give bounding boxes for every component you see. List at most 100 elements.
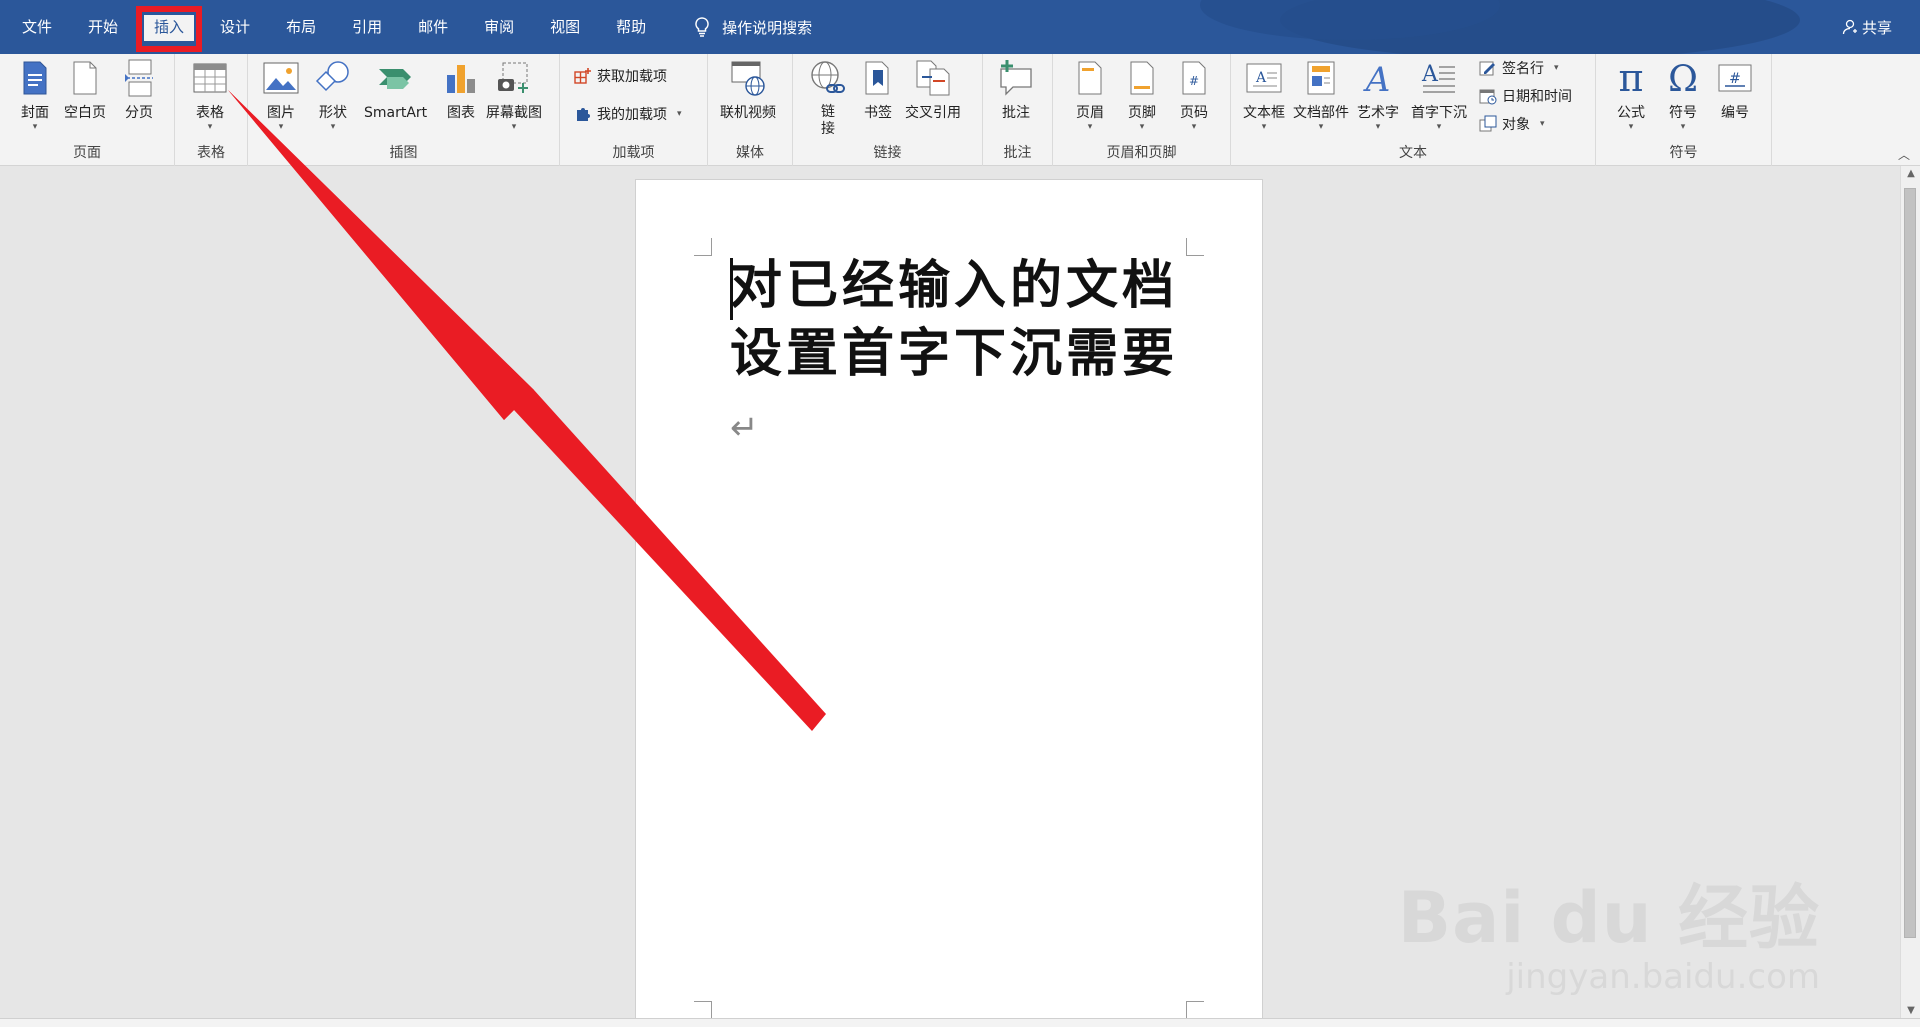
chart-button[interactable]: 图表 (442, 58, 480, 122)
group-comments: 批注 批注 (983, 54, 1053, 166)
group-label-media: 媒体 (736, 145, 764, 161)
group-label-illustrations: 插图 (389, 145, 418, 161)
my-addins-button[interactable]: 我的加载项 ▾ (574, 104, 682, 124)
ribbon-insert: 封面 ▾ 空白页 分页 页面 表格 ▾ 表格 图片 ▾ 形状 ▾ SmartAr… (0, 54, 1920, 166)
svg-text:#: # (1729, 71, 1741, 87)
svg-text:π: π (1619, 61, 1644, 95)
margin-corner-mark (694, 1001, 712, 1019)
quick-parts-icon (1307, 61, 1335, 95)
number-button[interactable]: # 编号 (1716, 58, 1754, 122)
drop-cap-icon: A (1421, 62, 1455, 93)
group-pages: 封面 ▾ 空白页 分页 页面 (0, 54, 175, 166)
margin-corner-mark (694, 238, 712, 256)
baidu-watermark: Bai du 经验 jingyan.baidu.com (1398, 862, 1820, 997)
footer-button[interactable]: 页脚 ▾ (1123, 58, 1161, 132)
group-label-text: 文本 (1399, 145, 1427, 161)
svg-text:A: A (1363, 61, 1391, 95)
tab-help[interactable]: 帮助 (598, 0, 664, 54)
wordart-icon: A (1363, 61, 1391, 95)
person-icon (1842, 19, 1857, 35)
number-icon: # (1718, 64, 1752, 92)
table-icon (193, 63, 227, 93)
text-box-icon: A (1246, 63, 1282, 93)
annotation-highlight-box (136, 6, 203, 52)
object-icon (1479, 115, 1497, 132)
share-button[interactable]: 共享 (1842, 0, 1892, 54)
cross-reference-icon (916, 60, 950, 96)
smartart-icon (378, 69, 411, 89)
tell-me-search[interactable]: 操作说明搜索 (694, 0, 812, 54)
cover-page-button[interactable]: 封面 ▾ (16, 58, 54, 132)
vertical-scrollbar[interactable]: ▲ ▼ (1900, 166, 1920, 1018)
page-break-button[interactable]: 分页 (120, 58, 158, 122)
page-break-icon (125, 59, 153, 97)
status-bar (0, 1018, 1920, 1027)
document-page[interactable]: 对已经输入的文档 设置首字下沉需要 ↵ (636, 180, 1262, 1027)
screenshot-button[interactable]: 屏幕截图 ▾ (486, 58, 542, 132)
group-illustrations: 图片 ▾ 形状 ▾ SmartArt 图表 屏幕截图 ▾ 插图 (248, 54, 560, 166)
signature-icon (1479, 61, 1495, 76)
footer-icon (1130, 61, 1154, 95)
blank-page-button[interactable]: 空白页 (64, 58, 106, 122)
bar-chart-icon (447, 65, 475, 93)
tab-design[interactable]: 设计 (202, 0, 268, 54)
tab-home[interactable]: 开始 (70, 0, 136, 54)
group-links: 链接 书签 交叉引用 链接 (793, 54, 983, 166)
group-tables: 表格 ▾ 表格 (175, 54, 248, 166)
store-icon (574, 68, 591, 84)
new-comment-button[interactable]: 批注 (997, 58, 1035, 122)
object-button[interactable]: 对象 ▾ (1479, 114, 1545, 134)
link-button[interactable]: 链接 (809, 58, 847, 138)
link-globe-icon (811, 61, 845, 93)
blank-page-icon (73, 61, 97, 95)
addin-puzzle-icon (577, 108, 590, 121)
get-addins-button[interactable]: 获取加载项 (574, 66, 667, 86)
online-video-button[interactable]: 联机视频 (720, 58, 776, 122)
shapes-button[interactable]: 形状 ▾ (314, 58, 352, 132)
lightbulb-icon (695, 17, 709, 37)
symbol-button[interactable]: Ω 符号 ▾ (1664, 58, 1702, 132)
table-button[interactable]: 表格 ▾ (191, 58, 229, 132)
group-label-symbols: 符号 (1669, 145, 1698, 161)
tab-file[interactable]: 文件 (0, 0, 70, 54)
group-label-header-footer: 页眉和页脚 (1106, 145, 1177, 161)
bookmark-button[interactable]: 书签 (859, 58, 897, 122)
picture-icon (263, 62, 299, 94)
tab-mailings[interactable]: 邮件 (400, 0, 466, 54)
document-line: 对已经输入的文档 (730, 255, 1179, 316)
margin-corner-mark (1186, 1001, 1204, 1019)
scroll-up-arrow[interactable]: ▲ (1901, 168, 1920, 179)
quick-parts-button[interactable]: 文档部件 ▾ (1293, 58, 1349, 132)
header-button[interactable]: 页眉 ▾ (1071, 58, 1109, 132)
svg-text:A: A (1255, 70, 1267, 86)
scrollbar-thumb[interactable] (1904, 188, 1916, 938)
ribbon-tabs: 文件 开始 插入 设计 布局 引用 邮件 审阅 视图 帮助 操作说明搜索 (0, 0, 812, 54)
page-number-button[interactable]: # 页码 ▾ (1175, 58, 1213, 132)
screenshot-icon (498, 62, 528, 93)
watermark-url: jingyan.baidu.com (1506, 957, 1820, 997)
tab-review[interactable]: 审阅 (466, 0, 532, 54)
tab-references[interactable]: 引用 (334, 0, 400, 54)
calendar-icon (1479, 89, 1497, 105)
tab-layout[interactable]: 布局 (268, 0, 334, 54)
omega-icon: Ω (1668, 61, 1698, 95)
text-box-button[interactable]: A 文本框 ▾ (1243, 58, 1285, 132)
document-body-text[interactable]: 对已经输入的文档 设置首字下沉需要 ↵ (730, 252, 1180, 462)
scroll-down-arrow[interactable]: ▼ (1901, 1005, 1920, 1016)
signature-line-button[interactable]: 签名行 ▾ (1479, 58, 1559, 78)
paragraph-mark: ↵ (730, 408, 759, 448)
drop-cap-button[interactable]: A 首字下沉 ▾ (1411, 58, 1467, 132)
comment-icon (1000, 60, 1032, 96)
tab-view[interactable]: 视图 (532, 0, 598, 54)
tab-insert[interactable]: 插入 (136, 0, 203, 54)
collapse-ribbon-button[interactable]: ︿ (1898, 146, 1910, 163)
watermark-logo-text: Bai du 经验 (1397, 877, 1820, 959)
cross-reference-button[interactable]: 交叉引用 (905, 58, 961, 122)
svg-text:#: # (1189, 74, 1199, 88)
date-time-button[interactable]: 日期和时间 (1479, 86, 1572, 106)
group-symbols: π 公式 ▾ Ω 符号 ▾ # 编号 符号 (1596, 54, 1772, 166)
wordart-button[interactable]: A 艺术字 ▾ (1357, 58, 1399, 132)
pictures-button[interactable]: 图片 ▾ (262, 58, 300, 132)
smartart-button[interactable]: SmartArt (364, 58, 427, 122)
equation-button[interactable]: π 公式 ▾ (1612, 58, 1650, 132)
